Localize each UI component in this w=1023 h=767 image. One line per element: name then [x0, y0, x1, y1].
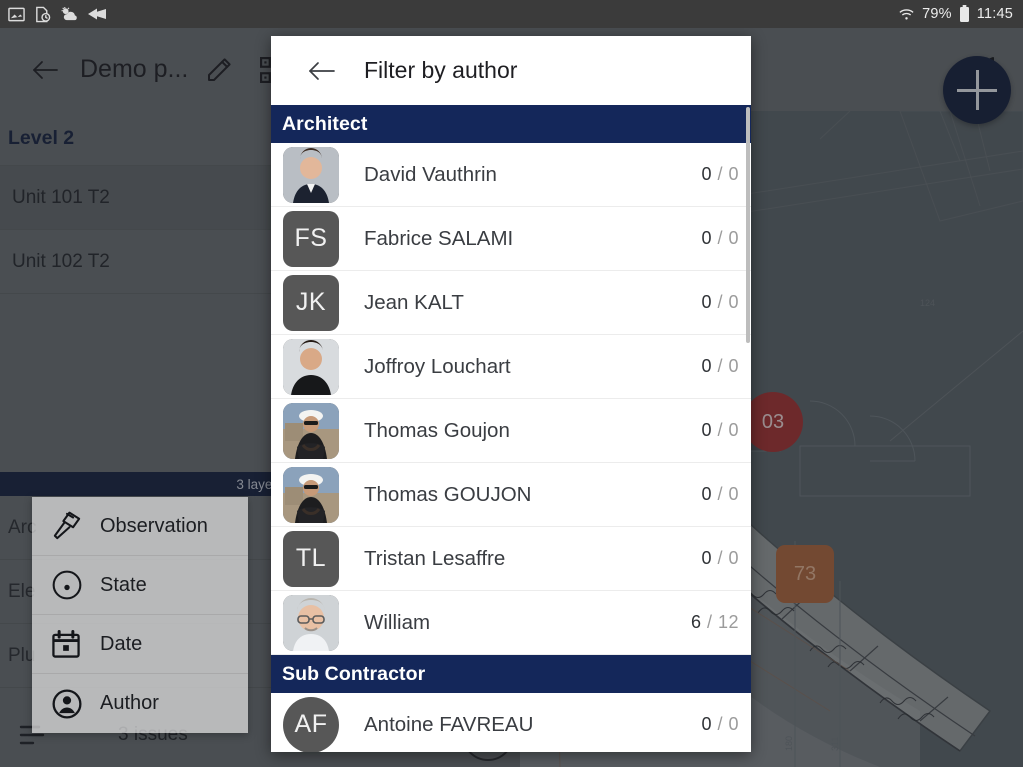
author-count: 0 / 0 [701, 484, 739, 504]
author-count: 0 / 0 [701, 420, 739, 440]
weather-icon [60, 6, 79, 23]
author-count: 0 / 0 [701, 164, 739, 184]
author-list[interactable]: Architect David Vauthrin 0 / 0 FS Fabric [271, 105, 751, 752]
dialog-header: Filter by author [271, 36, 751, 105]
image-icon [8, 6, 25, 23]
avatar: TL [283, 530, 339, 587]
wifi-icon [898, 7, 915, 22]
author-row[interactable]: William 6 / 12 [271, 591, 751, 655]
filter-by-author-dialog: Filter by author Architect David Vauthri… [271, 36, 751, 752]
menu-item-label: Author [100, 692, 159, 714]
dialog-title: Filter by author [364, 57, 518, 83]
avatar [283, 402, 339, 459]
author-count: 0 / 0 [701, 548, 739, 568]
author-row[interactable]: JK Jean KALT 0 / 0 [271, 271, 751, 335]
circle-dot-icon [50, 568, 92, 602]
author-name: William [364, 610, 431, 634]
author-count: 0 / 0 [701, 356, 739, 376]
menu-item-state[interactable]: State [32, 556, 248, 615]
author-name: Thomas GOUJON [364, 482, 532, 506]
person-circle-icon [50, 687, 92, 721]
menu-item-label: Date [100, 632, 143, 655]
author-row[interactable]: FS Fabrice SALAMI 0 / 0 [271, 207, 751, 271]
author-row[interactable]: Thomas GOUJON 0 / 0 [271, 463, 751, 527]
clock-label: 11:45 [976, 6, 1013, 22]
group-header-architect: Architect [271, 105, 751, 143]
menu-item-label: State [100, 573, 147, 596]
status-bar: 79% 11:45 [0, 0, 1023, 28]
group-header-sub-contractor: Sub Contractor [271, 655, 751, 693]
avatar: JK [283, 274, 339, 331]
avatar [283, 466, 339, 523]
author-count: 6 / 12 [690, 612, 739, 632]
hammer-icon [50, 509, 92, 543]
menu-item-date[interactable]: Date [32, 615, 248, 674]
file-clock-icon [34, 6, 51, 23]
battery-percent-label: 79% [922, 6, 952, 22]
menu-item-author[interactable]: Author [32, 674, 248, 733]
avatar [283, 594, 339, 651]
avatar [283, 146, 339, 203]
avatar [283, 338, 339, 395]
vertical-scrollbar[interactable] [746, 107, 750, 343]
author-row[interactable]: TL Tristan Lesaffre 0 / 0 [271, 527, 751, 591]
author-name: Tristan Lesaffre [364, 546, 506, 570]
dialog-back-button[interactable] [301, 51, 341, 91]
filter-context-menu: Observation State Date Author [32, 497, 248, 733]
author-name: Thomas Goujon [364, 418, 510, 442]
author-name: Joffroy Louchart [364, 354, 511, 378]
menu-item-label: Observation [100, 514, 208, 537]
author-count: 0 / 0 [701, 292, 739, 312]
author-name: Fabrice SALAMI [364, 226, 514, 250]
author-row[interactable]: David Vauthrin 0 / 0 [271, 143, 751, 207]
arrow-left-icon [88, 7, 106, 21]
avatar: FS [283, 210, 339, 267]
author-row[interactable]: Joffroy Louchart 0 / 0 [271, 335, 751, 399]
avatar: AF [283, 696, 339, 752]
calendar-icon [50, 628, 92, 660]
screen-root: Demo p... Level 2 Unit 101 T2 Unit 102 T… [0, 0, 1023, 767]
menu-item-observation[interactable]: Observation [32, 497, 248, 556]
author-name: Jean KALT [364, 290, 464, 314]
author-count: 0 / 0 [701, 228, 739, 248]
author-row[interactable]: AF Antoine FAVREAU 0 / 0 [271, 693, 751, 752]
author-name: David Vauthrin [364, 162, 497, 186]
author-row[interactable]: Thomas Goujon 0 / 0 [271, 399, 751, 463]
author-count: 0 / 0 [701, 714, 739, 734]
author-name: Antoine FAVREAU [364, 712, 534, 736]
battery-icon [959, 5, 970, 23]
